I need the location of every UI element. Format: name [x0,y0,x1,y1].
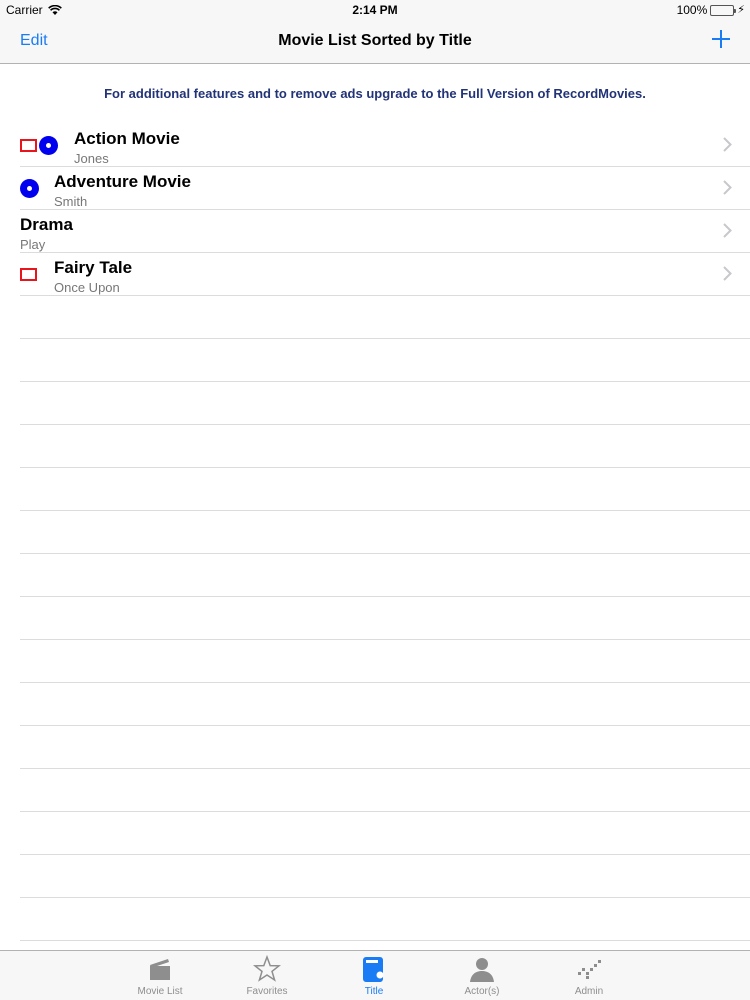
movie-subtitle: Once Upon [54,280,120,295]
tab-movie-list[interactable]: Movie List [120,955,200,997]
movie-title: Fairy Tale [54,258,133,277]
battery-percent: 100% [676,3,708,17]
upgrade-banner[interactable]: For additional features and to remove ad… [0,86,750,101]
tab-favorites[interactable]: Favorites [227,955,307,997]
chevron-right-icon [723,180,732,195]
tab-label: Actor(s) [464,986,500,997]
disc-icon [20,179,39,198]
tab-bar: Movie List Favorites Title Actor(s) Admi… [0,950,750,1000]
tape-icon [20,139,37,152]
tape-icon [20,268,37,281]
empty-row [20,640,750,683]
tab-label: Favorites [246,986,288,997]
battery-icon [710,4,737,16]
empty-row [20,683,750,726]
clapperboard-icon [150,959,170,980]
status-time: 2:14 PM [352,3,398,17]
tab-label: Title [364,986,384,997]
empty-row [20,597,750,640]
navigation-bar: Edit Movie List Sorted by Title [0,22,750,64]
movie-subtitle: Play [20,237,46,252]
empty-row [20,855,750,898]
empty-row [20,425,750,468]
chevron-right-icon [723,266,732,281]
list-item[interactable]: Drama Play [20,210,750,253]
empty-row [20,468,750,511]
movie-title: Drama [20,215,73,234]
empty-row [20,726,750,769]
empty-row [20,769,750,812]
movie-subtitle: Smith [54,194,88,209]
status-bar: Carrier 2:14 PM 100% ⚡ [0,0,750,22]
person-icon [470,958,494,982]
empty-row [20,812,750,855]
title-icon [363,957,384,982]
chevron-right-icon [723,223,732,238]
charging-icon: ⚡ [737,3,745,16]
plus-icon[interactable] [710,28,732,50]
empty-row [20,382,750,425]
empty-row [20,511,750,554]
empty-row [20,554,750,597]
movie-title: Adventure Movie [54,172,191,191]
movie-subtitle: Jones [74,151,109,166]
movie-title: Action Movie [74,129,180,148]
empty-row [20,339,750,382]
list-item[interactable]: Adventure Movie Smith [20,167,750,210]
tab-label: Movie List [137,986,183,997]
empty-row [20,296,750,339]
list-item[interactable]: Action Movie Jones [20,124,750,167]
star-icon [253,955,281,982]
page-title: Movie List Sorted by Title [278,32,472,49]
admin-icon [578,960,601,979]
tab-label: Admin [574,986,604,997]
disc-icon [39,136,58,155]
movie-list: Action Movie Jones Adventure Movie Smith… [0,124,750,941]
chevron-right-icon [723,137,732,152]
empty-row [20,898,750,941]
tab-actors[interactable]: Actor(s) [442,955,522,997]
tab-title[interactable]: Title [334,955,414,997]
list-item[interactable]: Fairy Tale Once Upon [20,253,750,296]
tab-admin[interactable]: Admin [549,955,629,997]
